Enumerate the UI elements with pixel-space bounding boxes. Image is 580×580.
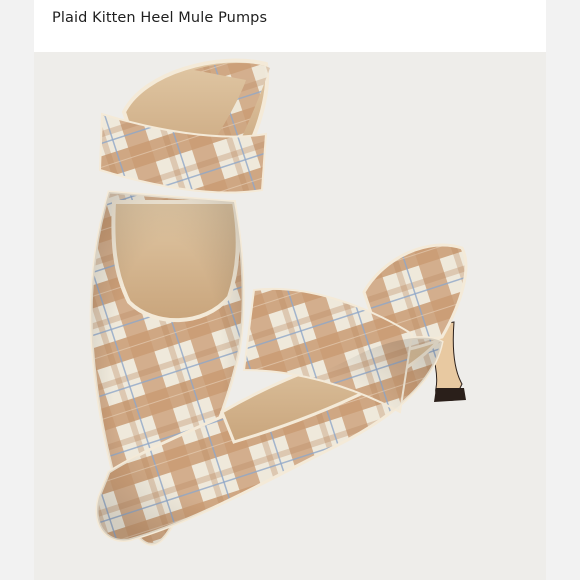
shoes-illustration [89, 58, 468, 546]
product-photo[interactable] [34, 52, 546, 580]
listing-card: Plaid Kitten Heel Mule Pumps [34, 0, 546, 580]
product-title: Plaid Kitten Heel Mule Pumps [52, 10, 268, 26]
